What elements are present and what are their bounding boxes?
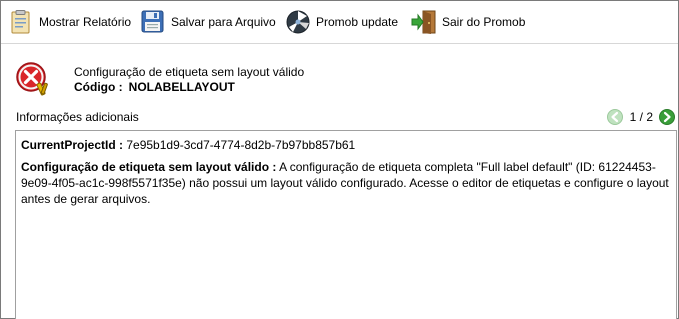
save-file-button[interactable]: Salvar para Arquivo <box>140 7 276 37</box>
info-pager: 1 / 2 <box>606 108 675 126</box>
update-globe-icon <box>285 9 311 35</box>
details-textbox[interactable]: CurrentProjectId : 7e95b1d9-3cd7-4774-8d… <box>15 130 677 319</box>
pager-count: 1 / 2 <box>629 110 653 124</box>
error-x-icon <box>15 61 51 97</box>
code-label: Código : <box>74 80 123 94</box>
exit-door-icon <box>411 9 437 35</box>
exit-promob-label: Sair do Promob <box>442 15 526 29</box>
config-error-line: Configuração de etiqueta sem layout váli… <box>21 159 670 207</box>
error-dialog: Mostrar Relatório Salvar para Arquivo Pr… <box>0 0 679 319</box>
show-report-button[interactable]: Mostrar Relatório <box>8 7 131 37</box>
save-file-label: Salvar para Arquivo <box>171 15 276 29</box>
additional-info-label: Informações adicionais <box>16 110 139 124</box>
code-value: NOLABELLAYOUT <box>128 80 235 94</box>
project-id-line: CurrentProjectId : 7e95b1d9-3cd7-4774-8d… <box>21 137 670 153</box>
toolbar: Mostrar Relatório Salvar para Arquivo Pr… <box>1 1 678 44</box>
message-code: Código : NOLABELLAYOUT <box>74 80 235 94</box>
arrow-right-icon[interactable] <box>659 109 675 125</box>
report-clipboard-icon <box>8 9 34 35</box>
message-title: Configuração de etiqueta sem layout váli… <box>74 65 305 79</box>
promob-update-button[interactable]: Promob update <box>285 7 398 37</box>
exit-promob-button[interactable]: Sair do Promob <box>411 7 525 37</box>
show-report-label: Mostrar Relatório <box>39 15 132 29</box>
arrow-left-icon[interactable] <box>606 109 623 125</box>
project-id-value: 7e95b1d9-3cd7-4774-8d2b-7b97bb857b61 <box>126 138 356 152</box>
config-error-label: Configuração de etiqueta sem layout váli… <box>21 160 277 174</box>
promob-update-label: Promob update <box>316 15 399 29</box>
floppy-disk-icon <box>140 9 166 35</box>
project-id-label: CurrentProjectId : <box>21 138 124 152</box>
